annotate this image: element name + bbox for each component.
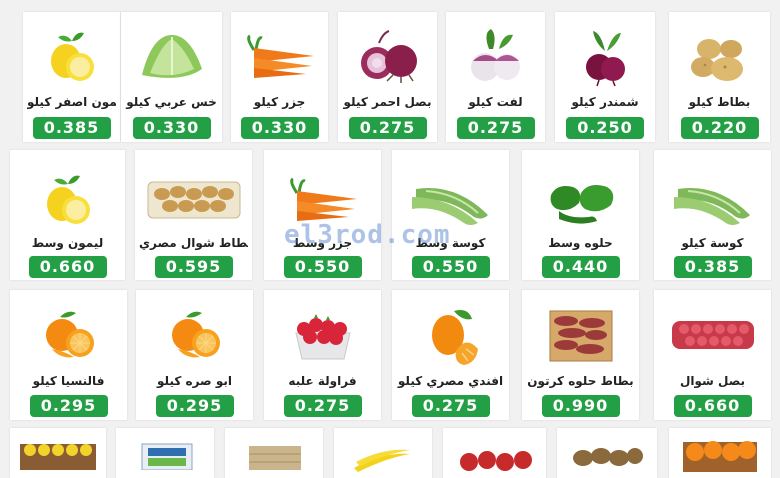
watermark-text: el3rod.com xyxy=(284,220,451,250)
banana-icon xyxy=(354,449,410,472)
crate-icon xyxy=(249,446,301,470)
lettuce-icon xyxy=(121,16,222,98)
tangerine-icon xyxy=(392,294,509,376)
product-card[interactable]: افندي مصري كيلو 0.275 xyxy=(392,290,509,420)
product-card[interactable]: شمندر كيلو 0.250 xyxy=(555,12,655,142)
product-card[interactable] xyxy=(10,428,106,478)
strawberry-icon xyxy=(264,294,381,376)
red-onion-icon xyxy=(338,16,437,98)
product-card[interactable]: خس عربي كيلو 0.330 xyxy=(121,12,222,142)
product-card[interactable]: ابو صره كيلو 0.295 xyxy=(136,290,253,420)
product-name: كوسة كيلو xyxy=(681,236,744,250)
product-card[interactable] xyxy=(443,428,546,478)
price-badge: 0.550 xyxy=(411,256,490,278)
kiwi-icon xyxy=(573,448,643,466)
price-badge: 0.440 xyxy=(541,256,620,278)
product-name: لفت كيلو xyxy=(468,95,523,109)
product-name: بصل شوال xyxy=(679,374,746,388)
product-card[interactable]: ليمون وسط 0.660 xyxy=(10,150,125,280)
price-badge: 0.550 xyxy=(283,256,362,278)
product-card[interactable] xyxy=(225,428,323,478)
product-card[interactable] xyxy=(557,428,657,478)
product-name: ابو صره كيلو xyxy=(157,374,232,388)
orange-icon xyxy=(10,294,127,376)
product-name: فالنسيا كيلو xyxy=(32,374,105,388)
price-badge: 0.330 xyxy=(132,117,211,139)
product-name: بصل احمر كيلو xyxy=(343,95,432,109)
price-badge: 0.275 xyxy=(283,395,362,417)
zucchini-icon xyxy=(654,160,771,240)
product-card[interactable]: بطاط شوال مصري 0.595 xyxy=(135,150,252,280)
carrot-icon xyxy=(231,16,328,98)
potato-icon xyxy=(669,16,770,98)
price-badge: 0.275 xyxy=(456,117,535,139)
price-badge: 0.250 xyxy=(566,117,644,139)
produce-box-icon xyxy=(141,443,193,470)
product-card[interactable]: لفت كيلو 0.275 xyxy=(446,12,545,142)
product-card[interactable]: كوسة وسط 0.550 xyxy=(392,150,509,280)
product-name: خس عربي كيلو xyxy=(126,95,217,109)
product-card[interactable]: بصل شوال 0.660 xyxy=(654,290,771,420)
price-badge: 0.990 xyxy=(541,395,620,417)
product-card[interactable]: بطاط كيلو 0.220 xyxy=(669,12,770,142)
apple-icon xyxy=(460,451,532,471)
lemon-icon xyxy=(10,160,125,240)
potato-sack-icon xyxy=(135,160,252,240)
product-name: بطاط كيلو xyxy=(688,95,751,109)
orange-icon xyxy=(136,294,253,376)
product-name: شمندر كيلو xyxy=(571,95,639,109)
price-badge: 0.660 xyxy=(28,256,107,278)
product-card[interactable]: فالنسيا كيلو 0.295 xyxy=(10,290,127,420)
onion-sack-icon xyxy=(654,294,771,376)
price-badge: 0.595 xyxy=(154,256,233,278)
turnip-icon xyxy=(446,16,545,98)
product-card[interactable]: بصل احمر كيلو 0.275 xyxy=(338,12,437,142)
product-card[interactable]: كوسة كيلو 0.385 xyxy=(654,150,771,280)
product-name: ليمون وسط xyxy=(31,236,104,250)
product-name: جزر كيلو xyxy=(253,95,306,109)
price-badge: 0.295 xyxy=(29,395,108,417)
product-name: حلوه وسط xyxy=(548,236,613,250)
price-badge: 0.385 xyxy=(673,256,752,278)
price-badge: 0.295 xyxy=(155,395,234,417)
price-badge: 0.275 xyxy=(348,117,427,139)
lemon-crate-icon xyxy=(20,444,96,470)
orange-crate-icon xyxy=(683,441,757,472)
product-name: بطاط حلوه كرتون xyxy=(527,374,634,388)
price-badge: 0.660 xyxy=(673,395,752,417)
product-card[interactable] xyxy=(334,428,432,478)
product-name: افندي مصري كيلو xyxy=(397,374,504,388)
lemon-icon xyxy=(23,16,120,98)
price-badge: 0.330 xyxy=(240,117,319,139)
sweet-potato-box-icon xyxy=(522,294,639,376)
product-name: بطاط شوال مصري xyxy=(139,236,248,250)
product-card[interactable]: ليمون اصفر كيلو 0.385 xyxy=(23,12,120,142)
price-badge: 0.220 xyxy=(680,117,759,139)
product-name: ليمون اصفر كيلو xyxy=(27,95,116,109)
product-name: فراولة علبه xyxy=(288,374,357,388)
price-badge: 0.275 xyxy=(411,395,490,417)
product-card[interactable]: جزر كيلو 0.330 xyxy=(231,12,328,142)
product-card[interactable]: فراولة علبه 0.275 xyxy=(264,290,381,420)
price-badge: 0.385 xyxy=(32,117,111,139)
product-card[interactable]: حلوه وسط 0.440 xyxy=(522,150,639,280)
green-pepper-icon xyxy=(522,160,639,240)
beetroot-icon xyxy=(555,16,655,98)
product-card[interactable] xyxy=(669,428,771,478)
product-card[interactable]: جزر وسط 0.550 xyxy=(264,150,381,280)
product-card[interactable]: بطاط حلوه كرتون 0.990 xyxy=(522,290,639,420)
product-card[interactable] xyxy=(116,428,214,478)
